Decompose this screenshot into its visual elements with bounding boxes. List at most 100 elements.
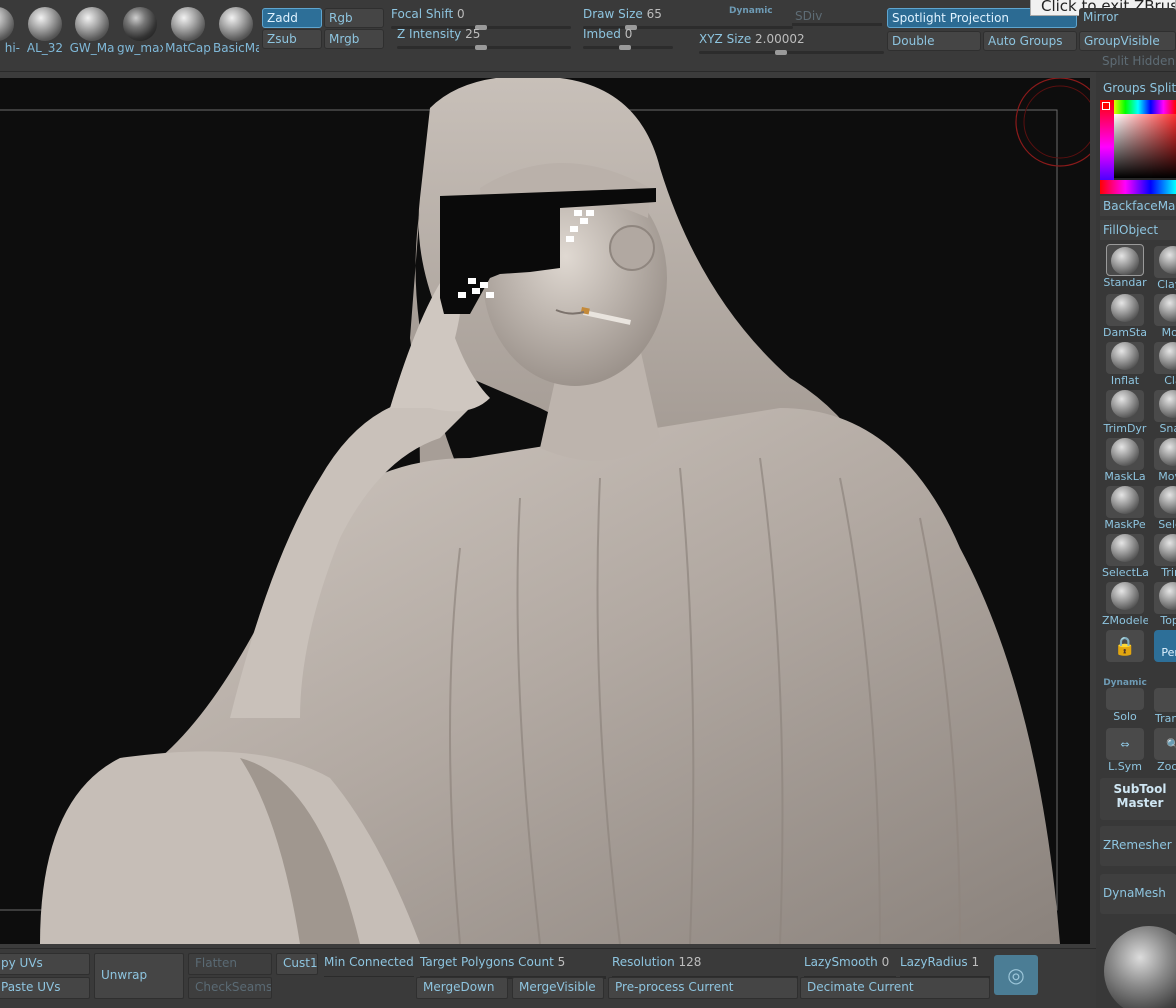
brush-slot[interactable]: ZModele bbox=[1102, 580, 1148, 626]
main-color-swatch[interactable] bbox=[1102, 102, 1110, 110]
saturation-field[interactable] bbox=[1114, 114, 1176, 178]
brush-label: MaskPe bbox=[1104, 518, 1146, 530]
material-slot[interactable]: BasicMa bbox=[213, 4, 259, 58]
brush-slot[interactable]: Selec bbox=[1150, 484, 1176, 530]
right-tray: Groups Split BackfaceMas FillObject 🔒 Pe… bbox=[1096, 72, 1176, 1008]
auto-groups-button[interactable]: Auto Groups bbox=[983, 31, 1077, 51]
brush-slot[interactable]: Inflat bbox=[1102, 340, 1148, 386]
merge-visible-button[interactable]: MergeVisible bbox=[512, 977, 604, 999]
fill-object-button[interactable]: FillObject bbox=[1100, 220, 1176, 240]
mrgb-button[interactable]: Mrgb bbox=[324, 29, 384, 49]
subtool-master-button[interactable]: SubTool Master bbox=[1100, 778, 1176, 820]
paste-uvs-button[interactable]: Paste UVs bbox=[0, 977, 90, 999]
focal-shift-slider[interactable]: Focal Shift 0 bbox=[391, 7, 571, 30]
brush-icon bbox=[1154, 294, 1176, 326]
decimate-current-button[interactable]: Decimate Current bbox=[800, 977, 990, 999]
brush-slot[interactable]: Mov bbox=[1150, 292, 1176, 338]
flatten-button[interactable]: Flatten bbox=[188, 953, 272, 975]
solo-icon bbox=[1106, 688, 1144, 710]
brush-slot[interactable]: TrimDyr bbox=[1102, 388, 1148, 434]
brush-slot[interactable]: Cla bbox=[1150, 340, 1176, 386]
sculpt-render bbox=[0, 78, 1090, 944]
lazy-smooth-slider[interactable]: LazySmooth 0 bbox=[804, 955, 896, 982]
preprocess-current-button[interactable]: Pre-process Current bbox=[608, 977, 798, 999]
brush-slot[interactable]: Topo bbox=[1150, 580, 1176, 626]
lazy-mouse-icon[interactable]: ◎ bbox=[994, 955, 1038, 995]
double-button[interactable]: Double bbox=[887, 31, 981, 51]
lock-camera-button[interactable]: 🔒 bbox=[1102, 630, 1148, 676]
bottom-shelf: py UVs Paste UVs Unwrap Flatten CheckSea… bbox=[0, 948, 1096, 1008]
material-slot[interactable]: hi- bbox=[0, 4, 20, 58]
dynamic-toggle[interactable]: Dynamic bbox=[729, 6, 773, 16]
brush-icon bbox=[1154, 390, 1176, 422]
sdiv-track bbox=[792, 23, 882, 26]
button-label: Pers bbox=[1161, 646, 1176, 659]
brush-label: Snak bbox=[1159, 422, 1176, 434]
zoom-button[interactable]: 🔍Zoom bbox=[1150, 728, 1176, 774]
target-polygons-slider[interactable]: Target Polygons Count 5 bbox=[420, 955, 606, 982]
brush-label: TrimDyr bbox=[1103, 422, 1147, 434]
brush-slot[interactable]: Trim bbox=[1150, 532, 1176, 578]
brush-slot[interactable]: Snak bbox=[1150, 388, 1176, 434]
material-slot[interactable]: GW_Ma bbox=[69, 4, 115, 58]
brush-slot[interactable]: Standar bbox=[1102, 244, 1148, 290]
brush-icon bbox=[1154, 246, 1176, 278]
transparency-icon bbox=[1154, 688, 1176, 712]
group-visible-button[interactable]: GroupVisible bbox=[1079, 31, 1176, 51]
material-slot[interactable]: gw_max bbox=[117, 4, 163, 58]
dynamesh-button[interactable]: DynaMesh bbox=[1100, 874, 1176, 914]
zremesher-button[interactable]: ZRemesher bbox=[1100, 826, 1176, 866]
lsym-button[interactable]: ⇔ L.Sym bbox=[1102, 728, 1148, 774]
persp-button[interactable]: Pers bbox=[1150, 630, 1176, 676]
magnifier-icon: 🔍 bbox=[1154, 728, 1176, 760]
brush-slot[interactable]: SelectLa bbox=[1102, 532, 1148, 578]
sdiv-slider[interactable]: SDiv bbox=[795, 9, 822, 23]
material-slot[interactable]: MatCap bbox=[165, 4, 211, 58]
transp-button[interactable]: Transp bbox=[1150, 678, 1176, 724]
brush-label: SelectLa bbox=[1102, 566, 1148, 578]
copy-uvs-button[interactable]: py UVs bbox=[0, 953, 90, 975]
brush-slot[interactable]: MaskPe bbox=[1102, 484, 1148, 530]
unwrap-button[interactable]: Unwrap bbox=[94, 953, 184, 999]
brush-label: Inflat bbox=[1110, 374, 1140, 386]
check-seams-button[interactable]: CheckSeams bbox=[188, 977, 272, 999]
button-label: L.Sym bbox=[1108, 760, 1142, 773]
brush-slot[interactable]: Move bbox=[1150, 436, 1176, 482]
brush-slot[interactable]: MaskLa bbox=[1102, 436, 1148, 482]
min-connected-slider[interactable]: Min Connected I bbox=[324, 955, 414, 977]
cust1-button[interactable]: Cust1 bbox=[276, 953, 318, 975]
imbed-slider[interactable]: Imbed 0 bbox=[583, 27, 673, 50]
brush-icon bbox=[1154, 438, 1176, 470]
color-picker[interactable] bbox=[1100, 100, 1176, 194]
lazy-radius-slider[interactable]: LazyRadius 1 bbox=[900, 955, 990, 982]
merge-down-button[interactable]: MergeDown bbox=[416, 977, 508, 999]
brush-slot[interactable]: ClayB bbox=[1150, 244, 1176, 290]
brush-label: Trim bbox=[1161, 566, 1176, 578]
brush-label: Mov bbox=[1161, 326, 1176, 338]
groups-split-button[interactable]: Groups Split bbox=[1100, 78, 1176, 98]
slider-value: 65 bbox=[646, 7, 662, 21]
slider-label: LazyRadius bbox=[900, 955, 968, 969]
backface-mask-button[interactable]: BackfaceMas bbox=[1100, 196, 1176, 216]
brush-slot[interactable]: DamSta bbox=[1102, 292, 1148, 338]
xyz-size-slider[interactable]: XYZ Size 2.00002 bbox=[699, 32, 884, 55]
resolution-slider[interactable]: Resolution 128 bbox=[612, 955, 798, 982]
material-sphere-icon bbox=[75, 7, 109, 41]
hue-strip-bottom[interactable] bbox=[1100, 180, 1176, 194]
brush-label: Topo bbox=[1160, 614, 1176, 626]
material-slot[interactable]: AL_32 bbox=[22, 4, 68, 58]
zsub-button[interactable]: Zsub bbox=[262, 29, 322, 49]
zbrush-window: hi- AL_32 GW_Ma gw_max MatCap BasicMa Za… bbox=[0, 0, 1176, 1008]
slider-value: 2.00002 bbox=[755, 32, 805, 46]
material-label: AL_32 bbox=[26, 41, 64, 55]
rgb-button[interactable]: Rgb bbox=[324, 8, 384, 28]
navigation-sphere-icon[interactable] bbox=[1104, 926, 1176, 1008]
canvas-viewport[interactable] bbox=[0, 78, 1090, 944]
zadd-button[interactable]: Zadd bbox=[262, 8, 322, 28]
solo-button[interactable]: Dynamic Solo bbox=[1102, 678, 1148, 724]
mirror-button[interactable]: Mirror bbox=[1079, 8, 1176, 28]
material-label: hi- bbox=[4, 41, 20, 55]
split-hidden-button[interactable]: Split Hidden bbox=[1102, 54, 1175, 68]
z-intensity-slider[interactable]: Z Intensity 25 bbox=[397, 27, 571, 50]
material-sphere-icon bbox=[219, 7, 253, 41]
